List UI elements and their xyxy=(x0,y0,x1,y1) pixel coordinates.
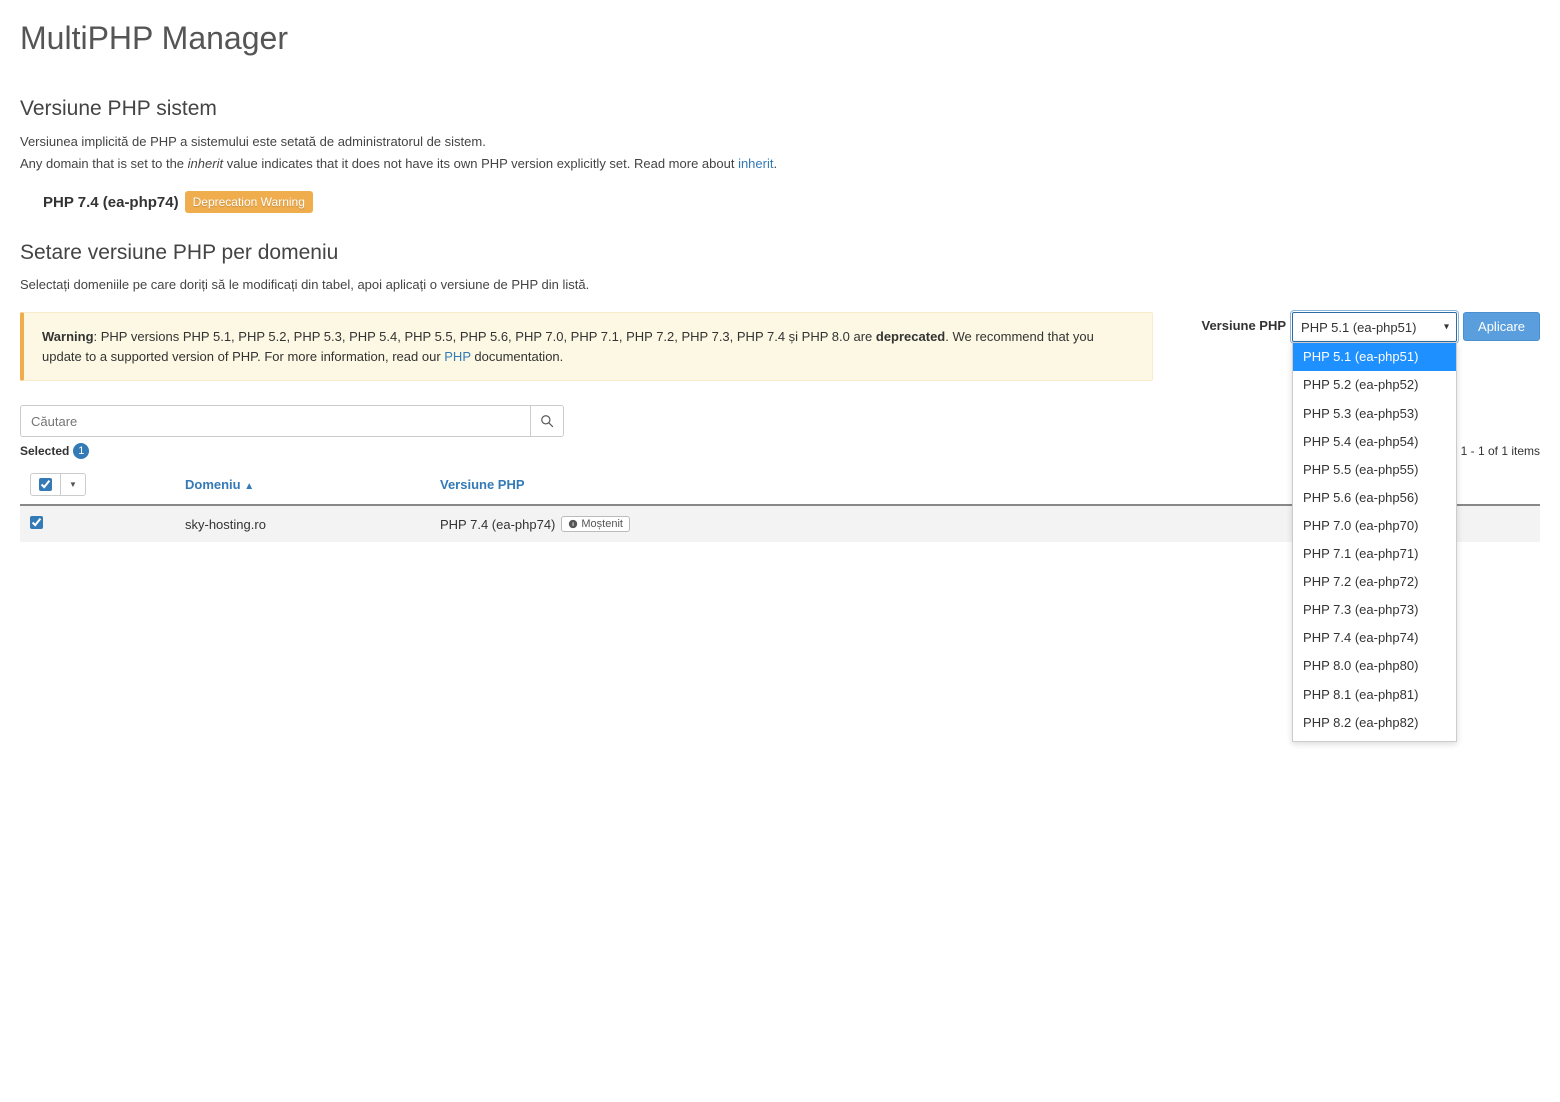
system-version-row: PHP 7.4 (ea-php74) Deprecation Warning xyxy=(43,191,1540,213)
warning-box: Warning: PHP versions PHP 5.1, PHP 5.2, … xyxy=(20,312,1153,381)
version-option[interactable]: PHP 7.0 (ea-php70) xyxy=(1293,512,1456,540)
caret-down-icon: ▼ xyxy=(69,480,77,489)
selected-count-label: Selected 1 xyxy=(20,443,89,459)
system-version-desc1: Versiunea implicită de PHP a sistemului … xyxy=(20,133,1540,151)
per-domain-instruction: Selectați domeniile pe care doriți să le… xyxy=(20,277,1540,292)
version-option[interactable]: PHP 5.1 (ea-php51) xyxy=(1293,343,1456,371)
per-domain-heading: Setare versiune PHP per domeniu xyxy=(20,241,1540,265)
system-version-desc2: Any domain that is set to the inherit va… xyxy=(20,155,1540,173)
version-option[interactable]: PHP 5.2 (ea-php52) xyxy=(1293,371,1456,399)
version-dropdown-list: PHP 5.1 (ea-php51)PHP 5.2 (ea-php52)PHP … xyxy=(1292,342,1457,742)
version-apply-group: Versiune PHP PHP 5.1 (ea-php51) ▾ PHP 5.… xyxy=(1201,312,1540,342)
version-option[interactable]: PHP 5.4 (ea-php54) xyxy=(1293,428,1456,456)
selected-count-badge: 1 xyxy=(73,443,89,459)
version-option[interactable]: PHP 8.0 (ea-php80) xyxy=(1293,652,1456,680)
inherit-badge: iMoștenit xyxy=(561,516,630,532)
version-option[interactable]: PHP 5.6 (ea-php56) xyxy=(1293,484,1456,512)
version-option[interactable]: PHP 7.2 (ea-php72) xyxy=(1293,568,1456,596)
system-version-heading: Versiune PHP sistem xyxy=(20,97,1540,121)
version-select-label: Versiune PHP xyxy=(1201,312,1286,333)
sort-asc-icon: ▲ xyxy=(244,481,254,492)
select-all-dropdown[interactable]: ▼ xyxy=(61,474,85,495)
select-all-checkbox[interactable] xyxy=(39,478,52,491)
version-select[interactable]: PHP 5.1 (ea-php51) xyxy=(1292,312,1457,342)
version-option[interactable]: PHP 8.2 (ea-php82) xyxy=(1293,709,1456,737)
info-icon: i xyxy=(568,519,578,529)
version-option[interactable]: PHP 5.3 (ea-php53) xyxy=(1293,400,1456,428)
page-title: MultiPHP Manager xyxy=(20,20,1540,57)
version-option[interactable]: PHP 7.4 (ea-php74) xyxy=(1293,624,1456,652)
search-button[interactable] xyxy=(530,405,564,437)
version-option[interactable]: inherit xyxy=(1293,737,1456,743)
domain-cell: sky-hosting.ro xyxy=(175,505,430,542)
pagination-text: 1 - 1 of 1 items xyxy=(1461,444,1540,458)
version-option[interactable]: PHP 8.1 (ea-php81) xyxy=(1293,681,1456,709)
system-version-value: PHP 7.4 (ea-php74) xyxy=(43,194,179,211)
search-input[interactable] xyxy=(20,405,530,437)
domain-column-header[interactable]: Domeniu ▲ xyxy=(175,465,430,505)
version-option[interactable]: PHP 5.5 (ea-php55) xyxy=(1293,456,1456,484)
version-option[interactable]: PHP 7.3 (ea-php73) xyxy=(1293,596,1456,624)
deprecation-badge: Deprecation Warning xyxy=(185,191,313,213)
select-all-checkbox-cell[interactable] xyxy=(31,474,61,495)
search-icon xyxy=(540,414,554,428)
apply-button[interactable]: Aplicare xyxy=(1463,312,1540,341)
row-checkbox[interactable] xyxy=(30,516,43,529)
inherit-link[interactable]: inherit xyxy=(738,156,773,171)
php-doc-link[interactable]: PHP xyxy=(444,349,471,364)
version-option[interactable]: PHP 7.1 (ea-php71) xyxy=(1293,540,1456,568)
